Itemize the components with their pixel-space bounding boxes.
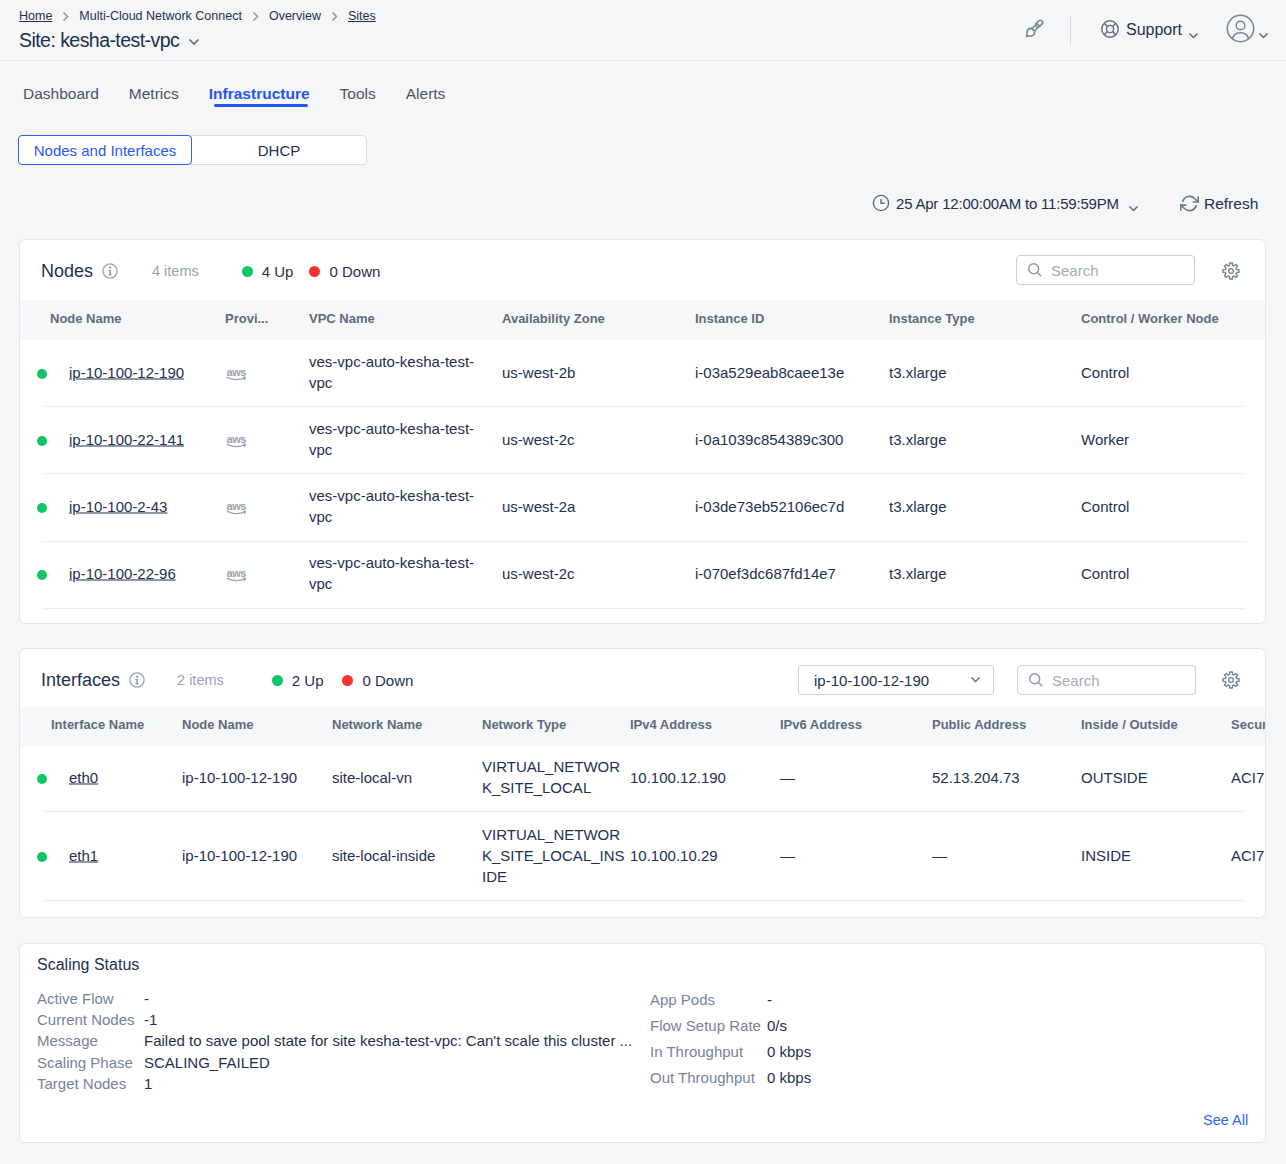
svg-text:aws: aws xyxy=(227,500,247,512)
svg-text:aws: aws xyxy=(227,366,247,378)
svg-text:aws: aws xyxy=(227,567,247,579)
svg-text:aws: aws xyxy=(227,433,247,445)
